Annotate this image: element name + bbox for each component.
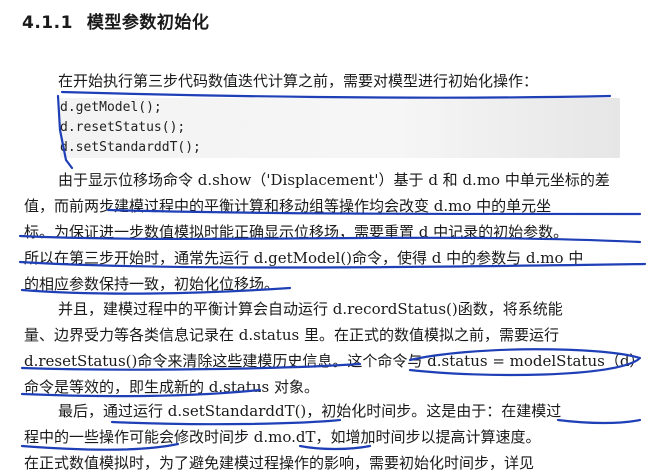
intro-paragraph: 在开始执行第三步代码数值迭代计算之前，需要对模型进行初始化操作：	[0, 68, 652, 94]
section-heading: 4.1.1 模型参数初始化	[22, 8, 209, 33]
paragraph-2: 并且，建模过程中的平衡计算会自动运行 d.recordStatus()函数，将系…	[0, 296, 652, 400]
para2-line-4: 命令是等效的，即生成新的 d.status 对象。	[24, 378, 319, 396]
intro-line: 在开始执行第三步代码数值迭代计算之前，需要对模型进行初始化操作：	[58, 72, 539, 90]
para3-line-3: 在正式数值模拟时，为了避免建模过程操作的影响，需要初始化时间步，详见	[24, 454, 535, 472]
para1-line-3: 标。为保证进一步数值模拟时能正确显示位移场，需要重置 d 中记录的初始参数。	[24, 223, 569, 241]
para2-line-2: 量、边界受力等各类信息记录在 d.status 里。在正式的数值模拟之前，需要运…	[24, 326, 559, 344]
para1-line-4: 所以在第三步开始时，通常先运行 d.getModel()命令，使得 d 中的参数…	[24, 249, 584, 267]
para1-line-5: 的相应参数保持一致，初始化位移场。	[24, 275, 280, 293]
paragraph-1: 由于显示位移场命令 d.show（'Displacement'）基于 d 和 d…	[0, 167, 652, 297]
code-line-1: d.getModel();	[60, 100, 162, 115]
para3-line-1: 最后，通过运行 d.setStandarddT()，初始化时间步。这是由于：在建…	[58, 402, 562, 420]
para2-line-1: 并且，建模过程中的平衡计算会自动运行 d.recordStatus()函数，将系…	[58, 300, 563, 318]
paragraph-3: 最后，通过运行 d.setStandarddT()，初始化时间步。这是由于：在建…	[0, 398, 652, 476]
para3-line-2: 程中的一些操作可能会修改时间步 d.mo.dT，如增加时间步以提高计算速度。	[24, 428, 541, 446]
section-title: 模型参数初始化	[86, 13, 210, 33]
section-number: 4.1.1	[22, 13, 73, 33]
code-line-2: d.resetStatus();	[60, 120, 186, 135]
code-block: d.getModel(); d.resetStatus(); d.setStan…	[60, 98, 620, 158]
para1-line-1: 由于显示位移场命令 d.show（'Displacement'）基于 d 和 d…	[58, 171, 610, 189]
para2-line-3: d.resetStatus()命令来清除这些建模历史信息。这个命令与 d.sta…	[24, 352, 645, 370]
code-line-3: d.setStandarddT();	[60, 140, 201, 155]
para1-line-2: 值，而前两步建模过程中的平衡计算和移动组等操作均会改变 d.mo 中的单元坐	[24, 197, 552, 215]
